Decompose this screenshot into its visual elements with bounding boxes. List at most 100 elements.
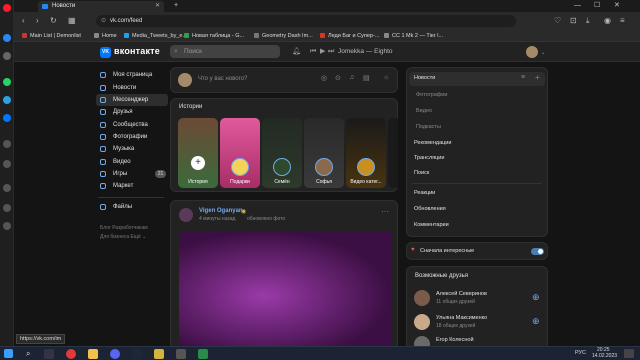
bookmark-item[interactable]: Home	[94, 30, 117, 42]
opera-taskbar-icon[interactable]	[66, 349, 76, 359]
heart-icon[interactable]	[3, 184, 11, 192]
nav-item-video[interactable]: Видео	[96, 156, 168, 168]
whatsapp-icon[interactable]	[3, 78, 11, 86]
filter-photos[interactable]: Фотографии	[416, 92, 447, 98]
story-item[interactable]: Подарки	[220, 118, 260, 188]
explorer-icon[interactable]	[88, 349, 98, 359]
minimize-icon[interactable]: —	[574, 0, 581, 12]
nav-item-music[interactable]: Музыка	[96, 143, 168, 155]
bookmark-item[interactable]: Geometry Dash Im...	[254, 30, 313, 42]
next-track-icon[interactable]: ⏭︎	[328, 46, 334, 58]
clock-icon[interactable]	[3, 140, 11, 148]
filter-podcasts[interactable]: Подкасты	[416, 124, 441, 130]
nav-item-files[interactable]: Файлы	[96, 201, 168, 213]
prev-track-icon[interactable]: ⏮︎	[310, 46, 316, 58]
post-image[interactable]	[179, 231, 391, 349]
nav-item-groups[interactable]: Сообщества	[96, 119, 168, 131]
task-view-icon[interactable]	[44, 349, 54, 359]
input-language[interactable]: РУС	[575, 350, 586, 356]
snapshot-icon[interactable]: ⊡	[570, 15, 577, 27]
more-options-icon[interactable]: ···	[381, 207, 389, 216]
add-filter-icon[interactable]: +	[535, 73, 540, 82]
nav-item-news[interactable]: Новости	[96, 82, 168, 94]
music-note-icon[interactable]: ♫	[349, 74, 354, 81]
post-composer[interactable]: Что у вас нового? ◎ ⊙ ♫ ▤ ☼	[170, 67, 398, 93]
filter-videos[interactable]: Видео	[416, 108, 432, 114]
add-friend-icon[interactable]: ⊕	[532, 292, 540, 303]
search-taskbar-icon[interactable]: ⌕	[26, 349, 36, 359]
footer-links[interactable]: Для бизнеса Ещё ⌄	[100, 234, 146, 240]
app-icon[interactable]	[198, 349, 208, 359]
camera-icon[interactable]: ◎	[321, 74, 327, 82]
nav-item-my-page[interactable]: Моя страница	[96, 69, 168, 81]
app-icon[interactable]	[154, 349, 164, 359]
discord-icon[interactable]	[110, 349, 120, 359]
download-icon[interactable]: ⤓	[586, 15, 590, 27]
clip-icon[interactable]: ⊙	[335, 74, 341, 82]
bookmark-item[interactable]: CC 1 Mk 2 — Tier l...	[384, 30, 443, 42]
nav-item-messenger[interactable]: Мессенджер	[96, 94, 168, 106]
footer-links[interactable]: Блог Разработчикам	[100, 225, 148, 231]
vk-sidebar-icon[interactable]	[3, 34, 11, 42]
vk-logo-icon[interactable]: VK	[100, 47, 111, 58]
bookmark-item[interactable]: Леди Баг и Супер-...	[320, 30, 379, 42]
settings-icon[interactable]	[3, 222, 11, 230]
bookmark-item[interactable]: Main List | Demonlist	[22, 30, 81, 42]
add-friend-icon[interactable]: ⊕	[532, 316, 540, 327]
maximize-icon[interactable]: ☐	[594, 0, 600, 12]
new-tab-icon[interactable]: +	[174, 0, 178, 12]
filter-broadcasts[interactable]: Трансляции	[414, 155, 444, 161]
bookmark-icon[interactable]: ♡	[554, 15, 561, 27]
nav-item-friends[interactable]: Друзья	[96, 106, 168, 118]
notifications-bell-icon[interactable]: 🔔︎	[292, 46, 301, 58]
player-track-title[interactable]: Jomekka — Eighto	[338, 46, 393, 58]
close-window-icon[interactable]: ✕	[614, 0, 620, 12]
bookmark-item[interactable]: Новая таблица - G...	[184, 30, 244, 42]
send-icon[interactable]	[3, 160, 11, 168]
bookmark-item[interactable]: Media_Tweets_by_e...	[124, 30, 187, 42]
clock-date[interactable]: 14.02.2023	[592, 353, 617, 359]
chevron-down-icon[interactable]: ⌄	[541, 47, 545, 59]
friend-suggestion[interactable]: Алексей Северинов 11 общих друзей ⊕	[414, 288, 544, 308]
forward-icon[interactable]: ›	[36, 15, 39, 27]
friend-suggestion[interactable]: Егор Колесной	[414, 334, 544, 346]
story-item[interactable]: Семён	[262, 118, 302, 188]
opera-logo-icon[interactable]	[3, 4, 11, 12]
filter-search[interactable]: Поиск	[414, 170, 429, 176]
story-item[interactable]	[388, 118, 398, 188]
post-time[interactable]: 4 минуты назад	[199, 216, 235, 222]
sort-toggle-switch[interactable]	[531, 248, 544, 255]
extension-icon[interactable]	[3, 52, 11, 60]
ideas-icon[interactable]: ☼	[383, 74, 389, 81]
filter-news[interactable]: Новости	[414, 75, 435, 81]
filter-recommendations[interactable]: Рекомендации	[414, 140, 451, 146]
profile-icon[interactable]: ◉	[604, 15, 611, 27]
filter-settings-icon[interactable]: ≡	[521, 74, 525, 81]
tab-news[interactable]: Новости ✕	[38, 1, 164, 12]
filter-comments[interactable]: Комментарии	[414, 222, 449, 228]
back-icon[interactable]: ‹	[22, 15, 25, 27]
story-item[interactable]: Видео катег...	[346, 118, 386, 188]
avatar[interactable]	[179, 208, 193, 222]
play-icon[interactable]: ▶	[320, 46, 325, 58]
avatar[interactable]	[526, 46, 538, 58]
filter-updates[interactable]: Обновления	[414, 206, 446, 212]
story-item[interactable]: Софья	[304, 118, 344, 188]
post-author[interactable]: Vigen Oganyan	[199, 208, 243, 214]
app-icon[interactable]	[176, 349, 186, 359]
vk-messenger-icon[interactable]	[3, 114, 11, 122]
story-item[interactable]: + История	[178, 118, 218, 188]
history-icon[interactable]	[3, 204, 11, 212]
nav-item-games[interactable]: Игры 21	[96, 168, 168, 180]
notifications-icon[interactable]	[624, 349, 634, 358]
telegram-icon[interactable]	[3, 96, 11, 104]
friend-suggestion[interactable]: Ульяна Максименко 18 общих друзей ⊕	[414, 312, 544, 332]
start-icon[interactable]	[4, 349, 13, 358]
menu-icon[interactable]: ≡	[620, 15, 625, 27]
nav-item-market[interactable]: Маркет	[96, 180, 168, 192]
reload-icon[interactable]: ↻	[50, 15, 57, 27]
vk-logo-text[interactable]: вконтакте	[114, 46, 160, 56]
nav-item-photos[interactable]: Фотографии	[96, 131, 168, 143]
close-tab-icon[interactable]: ✕	[155, 1, 160, 12]
filter-reactions[interactable]: Реакции	[414, 190, 435, 196]
